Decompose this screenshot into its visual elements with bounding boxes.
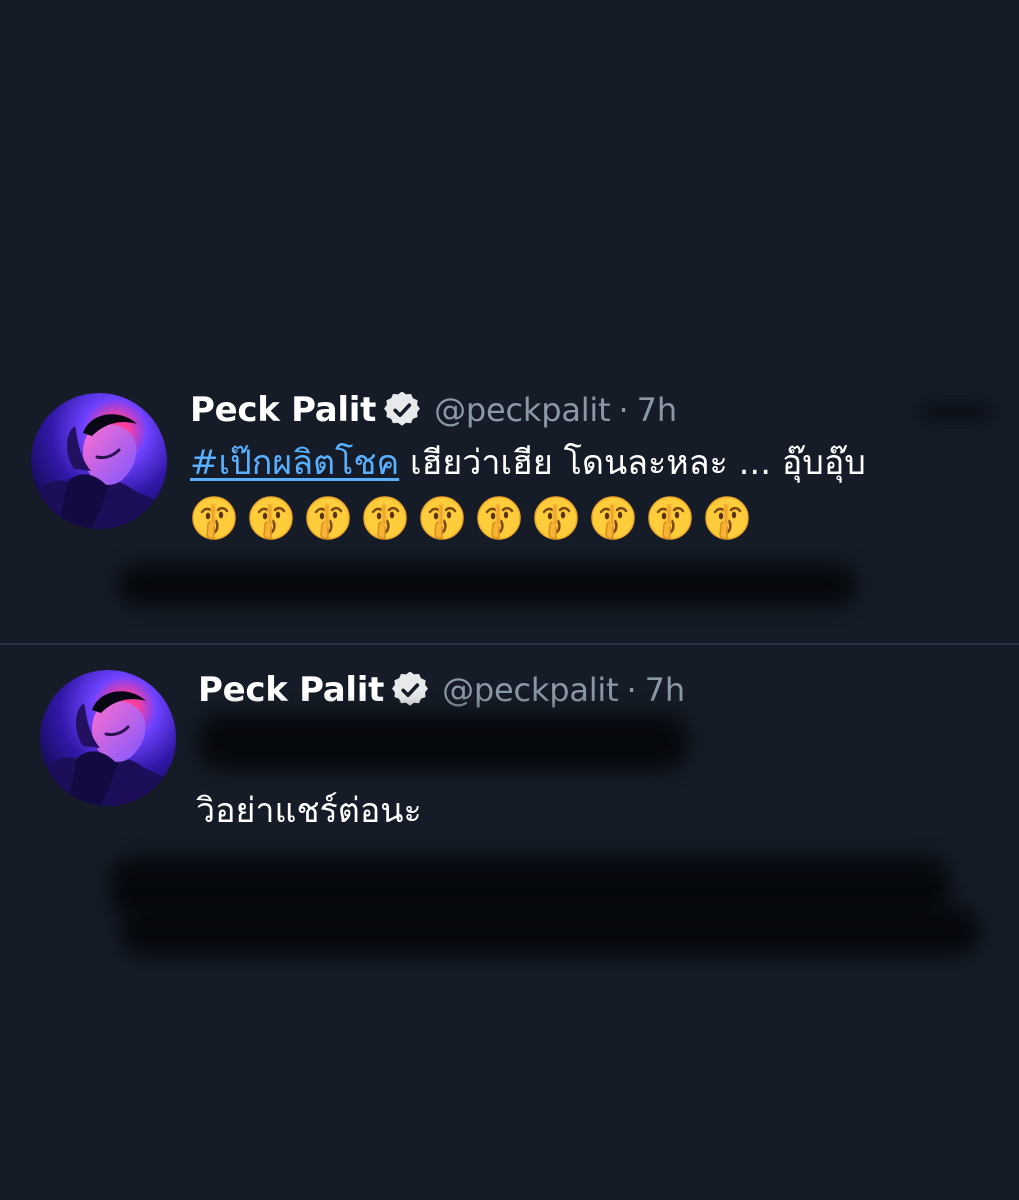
display-name[interactable]: Peck Palit <box>190 390 376 430</box>
hashtag-link[interactable]: #เป๊กผลิตโชค <box>190 443 399 483</box>
emoji-row <box>190 494 751 542</box>
meta-separator: · <box>626 671 637 709</box>
author-handle[interactable]: @peckpalit <box>442 671 619 709</box>
shushing-face-icon <box>703 494 751 542</box>
tweet-card[interactable]: Peck Palit @peckpalit · 7h #เป๊กผลิตโชค … <box>0 386 1019 643</box>
shushing-face-icon <box>190 494 238 542</box>
redacted-text <box>120 906 980 956</box>
author-handle[interactable]: @peckpalit <box>434 391 611 429</box>
tweet-text: #เป๊กผลิตโชค เฮียว่าเฮีย โดนละหละ ... อุ… <box>190 443 866 483</box>
tweet-body-text: วิอย่าแชร์ต่อนะ <box>196 791 422 831</box>
shushing-face-icon <box>304 494 352 542</box>
tweet-time[interactable]: 7h <box>645 671 685 709</box>
shushing-face-icon <box>475 494 523 542</box>
tweet-header: Peck Palit @peckpalit · 7h <box>190 386 677 434</box>
tweet-header: Peck Palit @peckpalit · 7h <box>198 666 685 714</box>
avatar-image <box>31 414 167 529</box>
tweet-body-text: เฮียว่าเฮีย โดนละหละ ... อุ๊บอุ๊บ <box>410 443 866 483</box>
shushing-face-icon <box>589 494 637 542</box>
redacted-text <box>198 714 688 770</box>
redacted-text <box>117 564 857 606</box>
tweet-screenshot: Peck Palit @peckpalit · 7h #เป๊กผลิตโชค … <box>0 0 1019 1200</box>
display-name[interactable]: Peck Palit <box>198 670 384 710</box>
avatar[interactable] <box>31 393 167 529</box>
tweet-time[interactable]: 7h <box>637 391 677 429</box>
shushing-face-icon <box>247 494 295 542</box>
avatar[interactable] <box>40 670 176 806</box>
avatar-image <box>40 691 176 806</box>
tweet-divider <box>0 643 1019 645</box>
tweet-text: วิอย่าแชร์ต่อนะ <box>196 791 422 831</box>
verified-badge-icon <box>392 672 429 708</box>
shushing-face-icon <box>532 494 580 542</box>
shushing-face-icon <box>646 494 694 542</box>
shushing-face-icon <box>361 494 409 542</box>
tweet-card[interactable]: Peck Palit @peckpalit · 7h วิอย่าแชร์ต่อ… <box>0 646 1019 976</box>
shushing-face-icon <box>418 494 466 542</box>
meta-separator: · <box>618 391 629 429</box>
verified-badge-icon <box>384 392 421 428</box>
